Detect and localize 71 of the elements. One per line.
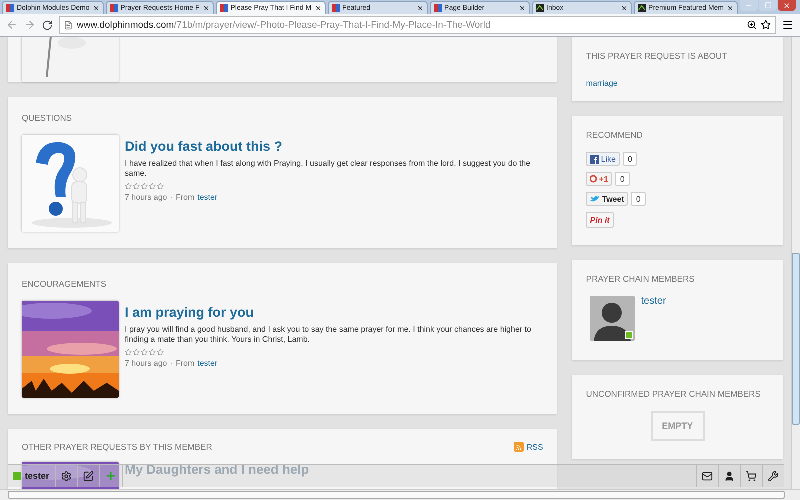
section-heading: QUESTIONS (22, 113, 74, 123)
user-icon (724, 470, 735, 482)
section-heading: RECOMMEND (586, 130, 644, 140)
rss-icon (514, 442, 524, 452)
edit-icon (82, 470, 94, 482)
zoom-icon[interactable] (747, 20, 757, 30)
separator-dot: · (170, 192, 173, 202)
url-path: /71b/m/prayer/view/-Photo-Please-Pray-That-I-Find-My-Place-In-The-World (174, 20, 491, 30)
empty-label: EMPTY (650, 411, 705, 441)
rss-link[interactable]: RSS (526, 442, 544, 452)
facebook-button[interactable]: Like (586, 152, 620, 166)
separator-dot: · (170, 358, 173, 368)
wrench-icon (768, 470, 779, 482)
section-heading: ENCOURAGEMENTS (22, 279, 108, 289)
author-label: From (176, 192, 195, 202)
page-icon (64, 20, 73, 30)
close-icon[interactable] (518, 4, 526, 12)
post-time: 7 hours ago (125, 358, 168, 368)
mail-icon (702, 470, 713, 482)
tab-favicon-icon (434, 4, 442, 12)
tag-link[interactable]: marriage (586, 79, 618, 88)
tab-favicon-icon (110, 4, 118, 12)
cart-icon (746, 470, 757, 482)
share-count: 0 (631, 192, 646, 206)
section-heading: OTHER PRAYER REQUESTS BY THIS MEMBER (22, 442, 212, 452)
share-count: 0 (615, 172, 630, 186)
section-heading: UNCONFIRMED PRAYER CHAIN MEMBERS (586, 389, 762, 399)
avatar-silhouette (590, 296, 636, 341)
close-icon[interactable] (314, 4, 322, 12)
plus-icon (104, 470, 117, 482)
user-button[interactable]: tester (8, 465, 56, 487)
tab-favicon-icon (332, 4, 340, 12)
member-link[interactable]: tester (641, 296, 666, 341)
author-link[interactable]: tester (198, 358, 218, 368)
bookmark-star-icon[interactable] (761, 20, 771, 30)
post-text: I have realized that when I fast along with Praying, I usually get clear responses from the lord. I suggest you do the same. (125, 159, 532, 180)
author-link[interactable]: tester (198, 192, 218, 202)
tab-favicon-icon (220, 4, 228, 12)
close-icon[interactable] (416, 4, 424, 12)
close-button[interactable] (778, 0, 796, 11)
section-heading: PRAYER CHAIN MEMBERS (586, 274, 696, 284)
menu-icon[interactable] (782, 19, 794, 31)
close-icon (783, 2, 791, 10)
close-icon[interactable] (202, 4, 210, 12)
share-count: 0 (622, 152, 638, 166)
post-time: 7 hours ago (125, 192, 168, 202)
address-field[interactable]: www.dolphinmods.com/71b/m/prayer/view/-Photo-Please-Pray-That-I-Find-My-Place-In-The-World (59, 16, 776, 34)
close-icon[interactable] (620, 4, 628, 12)
maximize-icon (764, 2, 772, 9)
gplus-button[interactable]: +1 (586, 172, 612, 186)
close-icon[interactable] (92, 4, 100, 12)
google-plus-icon (590, 174, 598, 184)
post-title[interactable]: Did you fast about this ? (125, 139, 544, 154)
url-host: www.dolphinmods.com (77, 20, 174, 30)
tab-favicon-icon (6, 4, 14, 12)
tab-favicon-icon (638, 4, 646, 12)
gear-icon (60, 470, 72, 482)
close-icon[interactable] (727, 4, 734, 12)
horizontal-scrollbar[interactable] (0, 489, 800, 500)
vertical-scrollbar[interactable] (791, 37, 800, 489)
bird-icon (590, 195, 600, 203)
facebook-icon (590, 154, 600, 164)
post-text: I pray you will find a good husband, and I ask you to say the same prayer for me. I think your chances are higher to finding a mate than you think. Yours in Christ, Lamb. (125, 325, 532, 346)
section-heading: THIS PRAYER REQUEST IS ABOUT (586, 51, 728, 61)
mail-button[interactable] (696, 465, 719, 487)
twitter-button[interactable]: Tweet (586, 192, 628, 206)
reload-icon[interactable] (42, 20, 53, 30)
author-label: From (176, 358, 195, 368)
tab-favicon-icon (536, 4, 544, 12)
pinterest-button[interactable]: Pin it (586, 212, 614, 228)
post-title[interactable]: I am praying for you (125, 305, 544, 320)
